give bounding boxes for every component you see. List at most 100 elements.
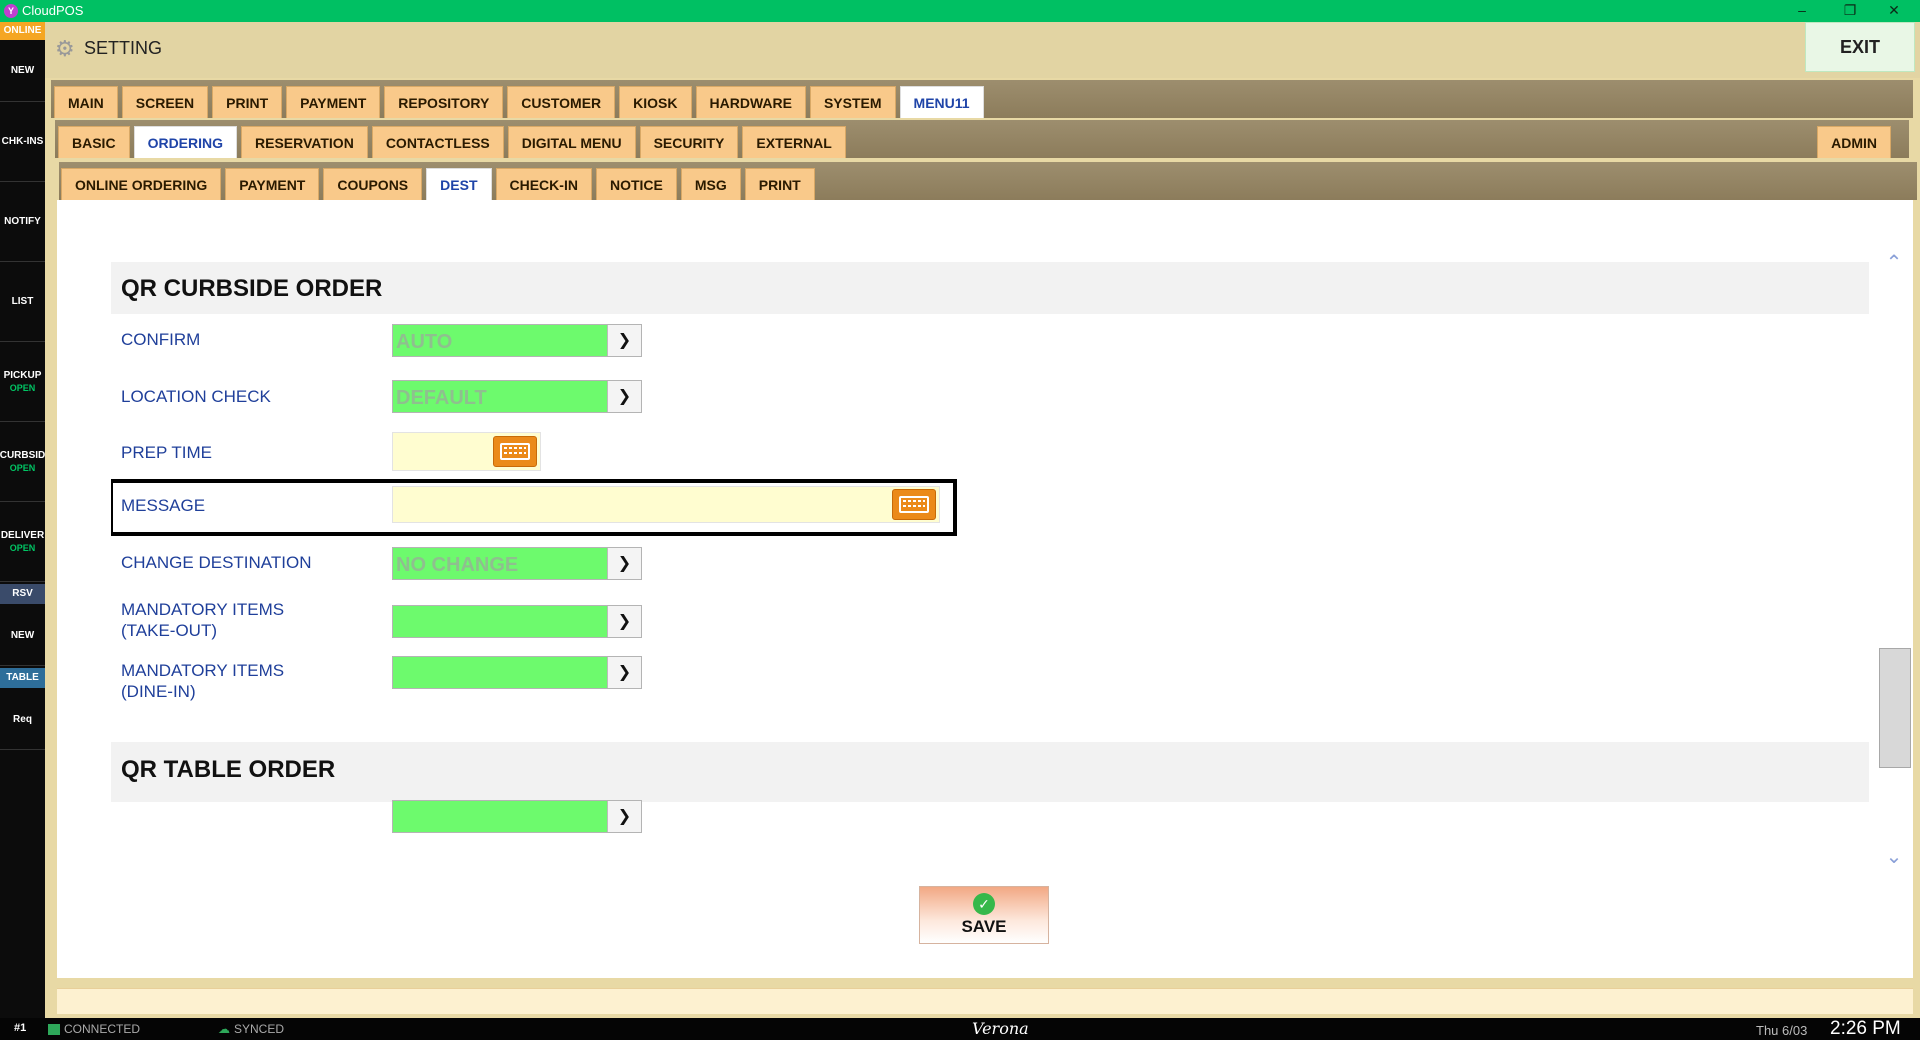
tab-digital-menu[interactable]: DIGITAL MENU: [507, 126, 636, 158]
sidebar-item-label: CHK-INS: [1, 136, 44, 147]
confirm-row: CONFIRM AUTO ❯: [111, 314, 1869, 366]
prep-time-label: PREP TIME: [121, 443, 213, 462]
exit-button[interactable]: EXIT: [1805, 22, 1915, 72]
sidebar-item-label: LIST: [11, 296, 34, 307]
left-sidebar: ONLINE NEW CHK-INS NOTIFY LIST PICKUP OP…: [0, 22, 45, 1018]
table-tag[interactable]: TABLE: [0, 668, 45, 688]
change-destination-label: CHANGE DESTINATION: [121, 553, 312, 572]
sub-tab-bar: BASIC ORDERING RESERVATION CONTACTLESS D…: [55, 120, 1909, 158]
footer-bar: [57, 988, 1913, 1014]
tab-ordering-payment[interactable]: PAYMENT: [225, 168, 320, 200]
change-destination-dropdown[interactable]: NO CHANGE ❯: [392, 547, 642, 580]
tab-contactless[interactable]: CONTACTLESS: [371, 126, 504, 158]
sidebar-item-req[interactable]: Req: [0, 690, 45, 750]
tab-msg[interactable]: MSG: [680, 168, 741, 200]
sidebar-item-chk-ins[interactable]: CHK-INS: [0, 102, 45, 182]
tab-ordering[interactable]: ORDERING: [133, 126, 238, 158]
sidebar-item-label: Req: [13, 714, 32, 725]
minimize-button[interactable]: –: [1780, 0, 1824, 22]
tab-external[interactable]: EXTERNAL: [742, 126, 846, 158]
mandatory-dinein-row: MANDATORY ITEMS (DINE-IN) ❯: [111, 652, 1869, 742]
sidebar-item-notify[interactable]: NOTIFY: [0, 182, 45, 262]
tab-coupons[interactable]: COUPONS: [323, 168, 423, 200]
tab-basic[interactable]: BASIC: [58, 126, 130, 158]
mandatory-takeout-label: MANDATORY ITEMS (TAKE-OUT): [121, 599, 284, 641]
sidebar-item-status: OPEN: [9, 463, 36, 473]
message-input[interactable]: [392, 486, 940, 523]
mandatory-takeout-row: MANDATORY ITEMS (TAKE-OUT) ❯: [111, 590, 1869, 652]
table-order-row: ❯: [111, 800, 1869, 842]
mandatory-takeout-dropdown[interactable]: ❯: [392, 605, 642, 638]
keyboard-icon[interactable]: [493, 436, 537, 467]
save-button[interactable]: ✓ SAVE: [919, 886, 1049, 944]
prep-time-input[interactable]: [392, 432, 541, 471]
time-display: 2:26 PM: [1830, 1018, 1901, 1039]
sidebar-item-label: PICKUP: [3, 370, 42, 381]
tab-security[interactable]: SECURITY: [639, 126, 739, 158]
station-number: #1: [14, 1022, 27, 1034]
chevron-down-icon: ❯: [607, 657, 641, 688]
tab-screen[interactable]: SCREEN: [121, 86, 209, 118]
location-check-row: LOCATION CHECK DEFAULT ❯: [111, 366, 1869, 421]
tab-print[interactable]: PRINT: [212, 86, 283, 118]
app-title: CloudPOS: [22, 3, 84, 18]
section-header-curbside: QR CURBSIDE ORDER: [111, 262, 1869, 314]
chevron-up-icon[interactable]: ⌃: [1882, 250, 1906, 274]
sidebar-item-list[interactable]: LIST: [0, 262, 45, 342]
tab-notice[interactable]: NOTICE: [595, 168, 677, 200]
tab-main[interactable]: MAIN: [54, 86, 118, 118]
confirm-dropdown[interactable]: AUTO ❯: [392, 324, 642, 357]
close-window-button[interactable]: ✕: [1872, 0, 1916, 22]
restore-button[interactable]: ❐: [1828, 0, 1872, 22]
synced-label: SYNCED: [234, 1022, 285, 1036]
table-order-dropdown[interactable]: ❯: [392, 800, 642, 833]
chevron-down-icon[interactable]: ⌄: [1882, 844, 1906, 868]
sidebar-item-pickup[interactable]: PICKUP OPEN: [0, 342, 45, 422]
tab-system[interactable]: SYSTEM: [809, 86, 896, 118]
tab-kiosk[interactable]: KIOSK: [619, 86, 692, 118]
connected-label: CONNECTED: [64, 1022, 141, 1036]
location-check-label: LOCATION CHECK: [121, 387, 271, 406]
vertical-scrollbar[interactable]: ⌃ ⌄: [1879, 250, 1911, 870]
tab-check-in[interactable]: CHECK-IN: [495, 168, 592, 200]
chevron-down-icon: ❯: [607, 606, 641, 637]
checkmark-icon: ✓: [973, 893, 995, 915]
change-destination-value: NO CHANGE: [396, 554, 519, 576]
location-check-dropdown[interactable]: DEFAULT ❯: [392, 380, 642, 413]
rsv-tag: RSV: [0, 584, 45, 604]
mandatory-dinein-dropdown[interactable]: ❯: [392, 656, 642, 689]
header: ⚙ SETTING EXIT: [45, 22, 1920, 78]
section-title: QR TABLE ORDER: [121, 756, 336, 783]
tab-menu11[interactable]: MENU11: [899, 86, 984, 118]
location-check-value: DEFAULT: [396, 387, 487, 409]
tab-customer[interactable]: CUSTOMER: [507, 86, 616, 118]
sidebar-item-new[interactable]: NEW: [0, 40, 45, 102]
label-line-1: MANDATORY ITEMS: [121, 600, 285, 619]
location-name: Verona: [972, 1019, 1029, 1038]
sidebar-item-curbside[interactable]: CURBSID OPEN: [0, 422, 45, 502]
confirm-label: CONFIRM: [121, 330, 201, 349]
sidebar-item-delivery[interactable]: DELIVER OPEN: [0, 502, 45, 582]
tab-reservation[interactable]: RESERVATION: [241, 126, 368, 158]
sidebar-item-label: NEW: [10, 65, 35, 76]
gear-icon: ⚙: [55, 36, 75, 61]
tab-payment[interactable]: PAYMENT: [286, 86, 381, 118]
tab-dest[interactable]: DEST: [426, 168, 492, 200]
tab-admin[interactable]: ADMIN: [1817, 126, 1891, 158]
label-line-2: (TAKE-OUT): [121, 621, 218, 640]
keyboard-icon[interactable]: [892, 489, 936, 520]
tab-hardware[interactable]: HARDWARE: [695, 86, 806, 118]
message-row: MESSAGE: [111, 479, 1869, 536]
app-window: Y CloudPOS – ❐ ✕ ONLINE NEW CHK-INS NOTI…: [0, 0, 1920, 1040]
section-header-table: QR TABLE ORDER: [111, 742, 1869, 802]
sync-status: ☁ SYNCED: [218, 1022, 284, 1036]
tab-ordering-print[interactable]: PRINT: [744, 168, 815, 200]
sidebar-item-rsv-new[interactable]: NEW: [0, 606, 45, 666]
tab-repository[interactable]: REPOSITORY: [384, 86, 504, 118]
sidebar-item-label: NEW: [10, 630, 35, 641]
chevron-down-icon: ❯: [607, 325, 641, 356]
message-label: MESSAGE: [121, 496, 206, 515]
settings-scroll-area[interactable]: QR CURBSIDE ORDER CONFIRM AUTO ❯ LOCATIO…: [111, 262, 1869, 874]
scroll-thumb[interactable]: [1879, 648, 1911, 768]
tab-online-ordering[interactable]: ONLINE ORDERING: [61, 168, 222, 200]
